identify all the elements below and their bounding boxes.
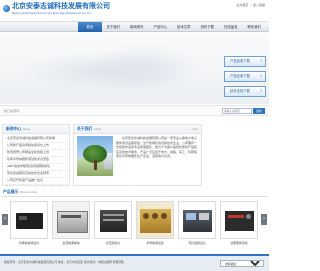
news-title[interactable]: 新闻中心 <box>6 127 21 131</box>
about-panel-header: 关于我们 About more <box>74 125 201 134</box>
nav-item-contact[interactable]: 联系我们 <box>243 22 267 32</box>
product-caption[interactable]: 直流电源模块 <box>52 241 90 246</box>
product-thumbnail[interactable] <box>178 201 216 239</box>
arrow-right-icon[interactable] <box>261 214 267 225</box>
search-input[interactable] <box>222 108 252 114</box>
add-favorite-link[interactable]: 加入收藏 <box>253 3 265 7</box>
product-caption[interactable]: 功率模块测试仪 <box>10 241 48 246</box>
news-item[interactable]: 北京安泰志诚科技发展有限公司参展 <box>6 136 68 143</box>
nav-item-about[interactable]: 关于我们 <box>102 22 126 32</box>
company-image <box>77 136 113 176</box>
about-title[interactable]: 关于我们 <box>77 127 92 131</box>
product-image-detail <box>103 214 124 216</box>
top-link-separator: | <box>250 3 251 7</box>
news-item[interactable]: IGBT动态参数测试系统研制成功 <box>6 164 68 171</box>
nav-item-downloads[interactable]: 资料下载 <box>196 22 220 32</box>
product-image-detail <box>228 215 244 218</box>
arrow-left-icon[interactable] <box>2 214 8 225</box>
application-download-button[interactable]: 产品应用下载 <box>224 71 266 82</box>
logo-title[interactable]: 北京安泰志诚科技发展有限公司 <box>12 2 110 11</box>
footer-copyright: 版权所有：北京安泰志诚科技发展有限公司 地址：北京市海淀区 技术支持：中国仪器网… <box>4 260 124 264</box>
product-thumbnail[interactable] <box>136 201 174 239</box>
about-text: 北京安泰志诚科技发展有限公司是一家专业从事电力电子器件测试设备研发、生产和销售的… <box>116 136 198 159</box>
search-strip: 热门关键词： 搜索 <box>0 105 269 116</box>
nav-item-message[interactable]: 在线留言 <box>219 22 243 32</box>
product-image-detail <box>161 213 167 219</box>
about-more-link[interactable]: more <box>192 127 198 131</box>
product-image-detail <box>143 213 149 219</box>
products-header: 产品展示 Product show <box>2 188 267 197</box>
product-image-detail <box>246 214 251 219</box>
product-image-detail <box>103 219 124 221</box>
news-item[interactable]: 公司召开年度产品推广会议 <box>6 178 68 185</box>
news-title-en: News <box>23 127 30 132</box>
main-nav: 首页 关于我们 新闻资讯 产品中心 技术文章 资料下载 在线留言 联系我们 <box>0 21 269 32</box>
set-homepage-link[interactable]: 设为首页 <box>236 3 248 7</box>
logo-icon[interactable] <box>3 5 10 12</box>
product-image-detail <box>61 215 81 218</box>
nav-item-news[interactable]: 新闻资讯 <box>125 22 149 32</box>
product-thumbnail[interactable] <box>94 201 132 239</box>
product-caption[interactable]: 半导体测试台 <box>136 241 174 246</box>
nav-item-products[interactable]: 产品中心 <box>149 22 173 32</box>
news-item[interactable]: 公司新产品功率模块测试仪上市 <box>6 143 68 150</box>
hot-keywords-label: 热门关键词： <box>4 109 23 113</box>
product-thumbnail[interactable] <box>52 201 90 239</box>
news-item[interactable]: 安泰志诚荣获高新技术企业称号 <box>6 171 68 178</box>
logo-subtitle: Beijing Antaizhicheng Science and Techno… <box>12 12 91 15</box>
catalog-download-button[interactable]: 产品目录下载 <box>224 56 266 67</box>
product-image-detail <box>152 213 158 219</box>
product-caption[interactable]: 高压测试仪 <box>94 241 132 246</box>
news-item[interactable]: 热烈祝贺公司网站全新改版上线 <box>6 150 68 157</box>
product-thumbnail[interactable] <box>10 201 48 239</box>
tree-trunk-shape <box>94 160 97 170</box>
top-links: 设为首页 | 加入收藏 <box>236 3 265 7</box>
about-panel: 关于我们 About more 北京安泰志诚科技发展有限公司是一家专业从事电力电… <box>73 124 202 186</box>
nav-item-home[interactable]: 首页 <box>78 22 102 32</box>
nav-item-articles[interactable]: 技术文章 <box>172 22 196 32</box>
support-download-button[interactable]: 技术支持下载 <box>224 86 266 97</box>
news-panel: 新闻中心 News 北京安泰志诚科技发展有限公司参展 公司新产品功率模块测试仪上… <box>2 124 70 186</box>
news-item[interactable]: 功率半导体器件测试技术交流会 <box>6 157 68 164</box>
product-image-detail <box>199 213 209 220</box>
friend-links-select[interactable]: 友情链接 <box>220 260 264 267</box>
products-title-en: Product show <box>20 190 37 195</box>
products-title[interactable]: 产品展示 <box>3 190 18 194</box>
news-panel-header: 新闻中心 News <box>3 125 69 134</box>
product-image-detail <box>186 213 196 220</box>
about-title-en: About <box>94 127 102 132</box>
product-caption[interactable]: 功率器件测试 <box>220 241 258 246</box>
product-thumbnail[interactable] <box>220 201 258 239</box>
search-button[interactable]: 搜索 <box>253 108 265 114</box>
banner-decoration <box>90 41 200 96</box>
product-caption[interactable]: 可控硅测试仪 <box>178 241 216 246</box>
footer: 版权所有：北京安泰志诚科技发展有限公司 地址：北京市海淀区 技术支持：中国仪器网… <box>0 254 269 271</box>
product-image-detail <box>19 216 27 220</box>
